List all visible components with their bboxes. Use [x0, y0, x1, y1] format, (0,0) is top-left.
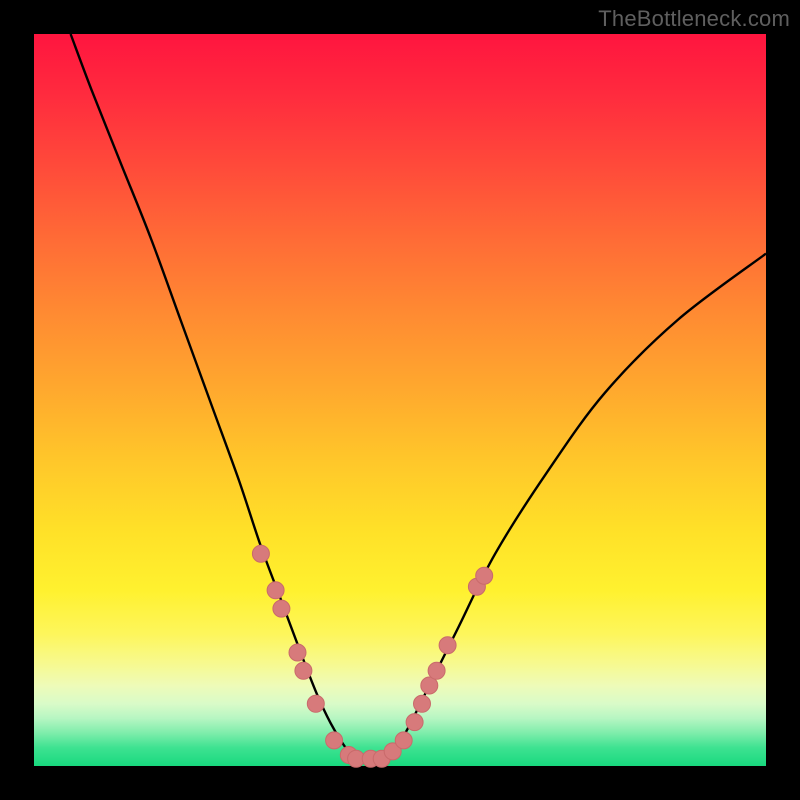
- plot-area: [34, 34, 766, 766]
- curve-marker: [414, 695, 431, 712]
- curve-markers: [252, 545, 492, 767]
- curve-marker: [326, 732, 343, 749]
- curve-marker: [439, 637, 456, 654]
- curve-marker: [267, 582, 284, 599]
- curve-marker: [289, 644, 306, 661]
- bottleneck-curve: [71, 34, 766, 760]
- watermark-text: TheBottleneck.com: [598, 6, 790, 32]
- curve-marker: [428, 662, 445, 679]
- curve-marker: [273, 600, 290, 617]
- chart-frame: TheBottleneck.com: [0, 0, 800, 800]
- curve-marker: [476, 567, 493, 584]
- bottleneck-curve-svg: [34, 34, 766, 766]
- curve-marker: [406, 714, 423, 731]
- curve-marker: [252, 545, 269, 562]
- curve-marker: [395, 732, 412, 749]
- curve-marker: [307, 695, 324, 712]
- curve-marker: [295, 662, 312, 679]
